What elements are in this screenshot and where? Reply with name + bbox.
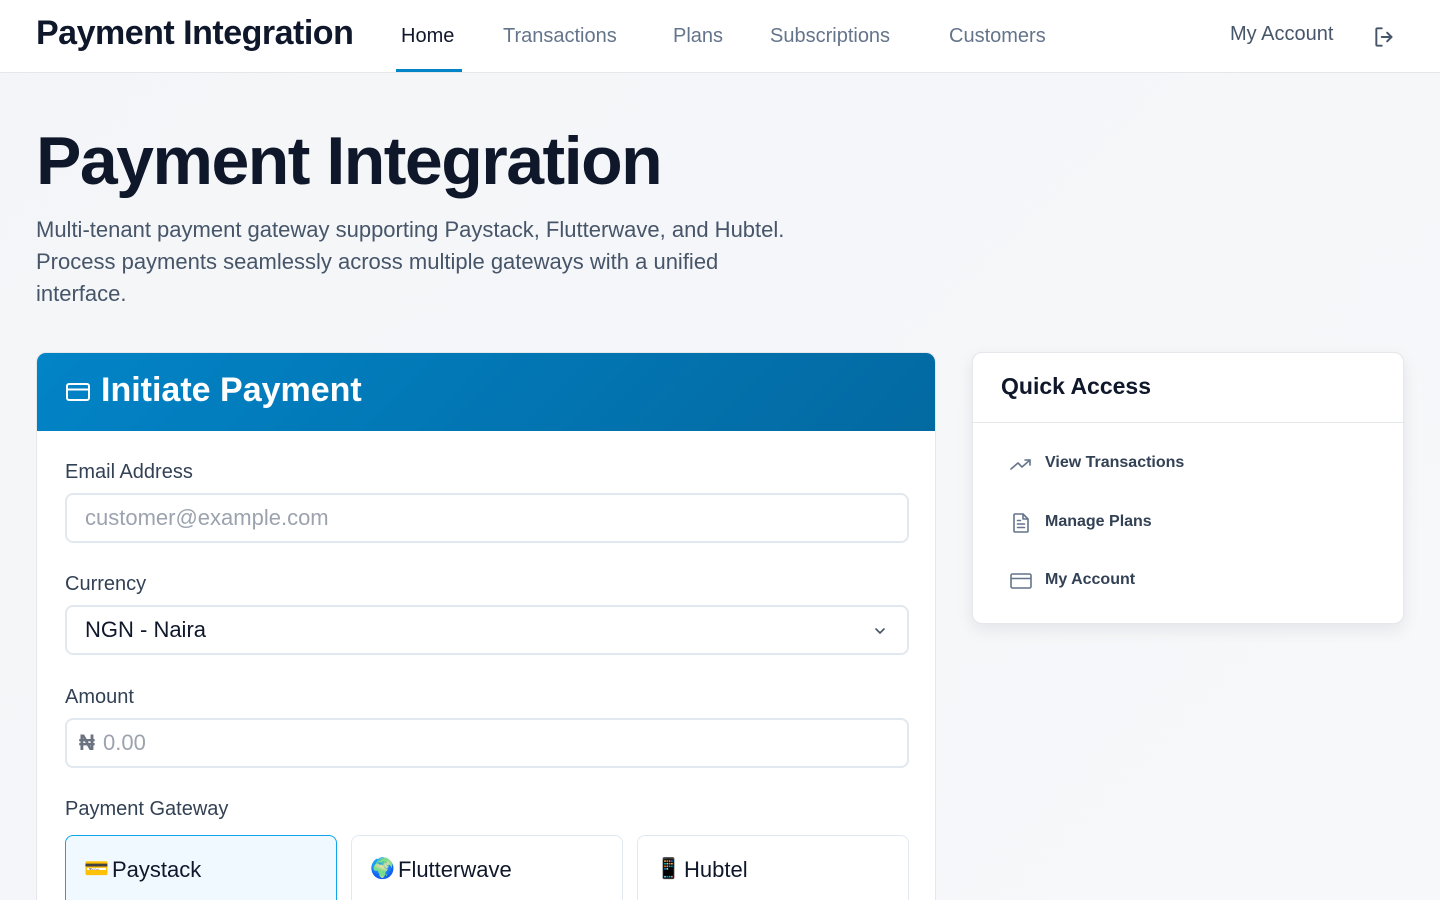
quick-access-card: Quick Access View Transactions Manage Pl…: [972, 352, 1404, 624]
quick-access-title: Quick Access: [1001, 373, 1152, 399]
nav-customers[interactable]: Customers: [949, 25, 1046, 48]
email-label: Email Address: [65, 461, 193, 483]
email-field[interactable]: [85, 495, 885, 541]
credit-card-icon: [66, 383, 90, 401]
gateway-option-paystack[interactable]: 💳 Paystack: [65, 835, 337, 900]
my-account-link[interactable]: My Account: [1230, 23, 1333, 46]
gateway-label-hubtel: Hubtel: [684, 857, 748, 882]
globe-emoji-icon: 🌍: [370, 856, 395, 880]
document-icon: [1013, 513, 1029, 533]
quick-link-label: My Account: [1045, 571, 1136, 588]
amount-field[interactable]: [103, 720, 883, 766]
email-field-wrapper: [65, 493, 909, 543]
amount-field-wrapper: ₦: [65, 718, 909, 768]
quick-access-divider: [973, 422, 1403, 423]
nav-plans[interactable]: Plans: [673, 25, 723, 48]
quick-link-view-transactions[interactable]: View Transactions: [1009, 444, 1369, 484]
credit-card-emoji-icon: 💳: [84, 856, 109, 880]
quick-link-my-account[interactable]: My Account: [1009, 561, 1369, 601]
gateway-label-flutterwave: Flutterwave: [398, 857, 512, 882]
trending-up-icon: [1010, 459, 1031, 470]
quick-link-label: View Transactions: [1045, 454, 1185, 471]
nav-transactions[interactable]: Transactions: [503, 25, 617, 48]
currency-select[interactable]: NGN - Naira: [65, 605, 909, 655]
chevron-down-icon: [875, 628, 885, 635]
logout-icon[interactable]: [1372, 24, 1398, 50]
gateway-label-paystack: Paystack: [112, 857, 202, 882]
active-nav-indicator: [396, 69, 462, 72]
payment-card-header: Initiate Payment: [37, 353, 935, 431]
credit-card-icon: [1010, 573, 1032, 589]
gateway-option-flutterwave[interactable]: 🌍 Flutterwave: [351, 835, 623, 900]
nav-subscriptions[interactable]: Subscriptions: [770, 25, 890, 48]
naira-symbol: ₦: [79, 730, 95, 755]
nav-home[interactable]: Home: [401, 25, 454, 48]
amount-label: Amount: [65, 686, 134, 708]
quick-link-manage-plans[interactable]: Manage Plans: [1009, 503, 1369, 543]
page-title: Payment Integration: [36, 123, 663, 199]
page-description: Multi-tenant payment gateway supporting …: [36, 217, 785, 306]
currency-label: Currency: [65, 573, 147, 595]
quick-link-label: Manage Plans: [1045, 513, 1152, 530]
top-navigation: Payment Integration Home Transactions Pl…: [0, 0, 1440, 73]
payment-card-title: Initiate Payment: [101, 371, 362, 409]
gateway-option-hubtel[interactable]: 📱 Hubtel: [637, 835, 909, 900]
initiate-payment-card: Initiate Payment Email Address Currency …: [36, 352, 936, 900]
brand-title[interactable]: Payment Integration: [36, 14, 354, 53]
gateway-label: Payment Gateway: [65, 798, 229, 820]
currency-selected-value: NGN - Naira: [85, 617, 207, 642]
mobile-phone-emoji-icon: 📱: [656, 856, 681, 880]
